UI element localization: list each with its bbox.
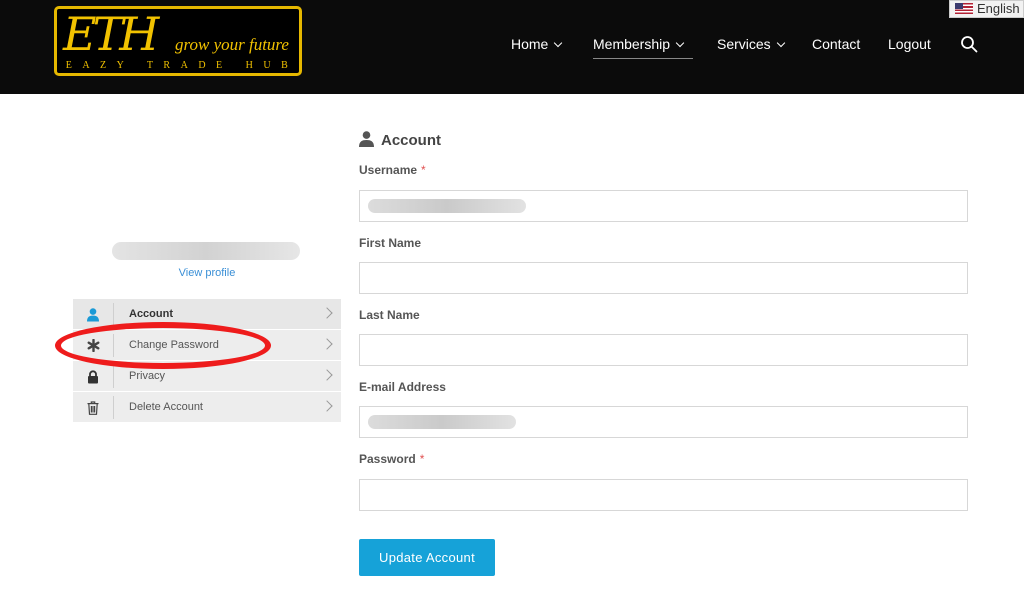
- email-label: E-mail Address: [359, 380, 446, 394]
- chevron-right-icon: [321, 369, 333, 381]
- username-label-text: Username: [359, 163, 418, 177]
- asterisk-icon: [73, 330, 113, 361]
- username-value-redacted: [368, 199, 526, 213]
- account-menu: Account Change Password Privacy Delete A…: [73, 299, 341, 423]
- nav-membership-label: Membership: [593, 36, 671, 52]
- nav-contact-label: Contact: [812, 36, 861, 52]
- menu-item-label: Privacy: [129, 370, 166, 382]
- chevron-right-icon: [321, 338, 333, 350]
- required-marker: *: [419, 452, 425, 466]
- nav-active-underline: [593, 58, 693, 59]
- first-name-field[interactable]: [359, 262, 968, 294]
- trash-icon: [73, 392, 113, 423]
- search-icon[interactable]: [960, 35, 978, 53]
- user-icon: [359, 131, 374, 147]
- nav-home-label: Home: [511, 36, 549, 52]
- menu-separator: [113, 365, 114, 388]
- last-name-field[interactable]: [359, 334, 968, 366]
- password-label-text: Password: [359, 452, 416, 466]
- menu-item-label: Account: [129, 308, 173, 320]
- nav-logout[interactable]: Logout: [888, 36, 931, 52]
- nav-logout-label: Logout: [888, 36, 931, 52]
- email-value-redacted: [368, 415, 516, 429]
- logo-mark: ETH: [63, 7, 159, 61]
- lock-icon: [73, 361, 113, 392]
- update-account-button[interactable]: Update Account: [359, 539, 495, 576]
- nav-contact[interactable]: Contact: [812, 36, 860, 52]
- menu-item-change-password[interactable]: Change Password: [73, 330, 341, 361]
- nav-home[interactable]: Home: [511, 36, 563, 52]
- password-label: Password *: [359, 452, 424, 466]
- form-title-text: Account: [381, 132, 441, 149]
- menu-item-delete-account[interactable]: Delete Account: [73, 392, 341, 423]
- username-label: Username *: [359, 163, 426, 177]
- language-selector[interactable]: English: [949, 0, 1024, 18]
- language-label: English: [977, 1, 1020, 16]
- chevron-down-icon: [776, 38, 785, 48]
- us-flag-icon: [955, 3, 973, 14]
- logo-subtitle: EAZY TRADE HUB: [65, 60, 299, 71]
- menu-separator: [113, 396, 114, 419]
- nav-services-label: Services: [717, 36, 771, 52]
- menu-item-label: Delete Account: [129, 401, 203, 413]
- view-profile-link[interactable]: View profile: [73, 267, 341, 279]
- site-logo[interactable]: ETH grow your future EAZY TRADE HUB: [54, 6, 302, 76]
- menu-item-label: Change Password: [129, 339, 219, 351]
- chevron-right-icon: [321, 400, 333, 412]
- user-icon: [73, 299, 113, 330]
- chevron-down-icon: [554, 38, 563, 48]
- chevron-down-icon: [675, 38, 685, 48]
- menu-separator: [113, 303, 114, 326]
- required-marker: *: [421, 163, 426, 177]
- nav-services[interactable]: Services: [717, 36, 785, 52]
- last-name-label: Last Name: [359, 308, 420, 322]
- logo-tagline: grow your future: [175, 35, 289, 54]
- password-field[interactable]: [359, 479, 968, 511]
- first-name-label: First Name: [359, 236, 422, 250]
- form-title: Account: [359, 131, 441, 149]
- menu-separator: [113, 334, 114, 357]
- menu-item-account[interactable]: Account: [73, 299, 341, 330]
- menu-item-privacy[interactable]: Privacy: [73, 361, 341, 392]
- username-field[interactable]: [359, 190, 968, 222]
- nav-membership[interactable]: Membership: [593, 36, 685, 52]
- profile-name-redacted: [112, 242, 300, 260]
- site-header: ETH grow your future EAZY TRADE HUB Home…: [0, 0, 1024, 94]
- email-field[interactable]: [359, 406, 968, 438]
- chevron-right-icon: [321, 307, 333, 319]
